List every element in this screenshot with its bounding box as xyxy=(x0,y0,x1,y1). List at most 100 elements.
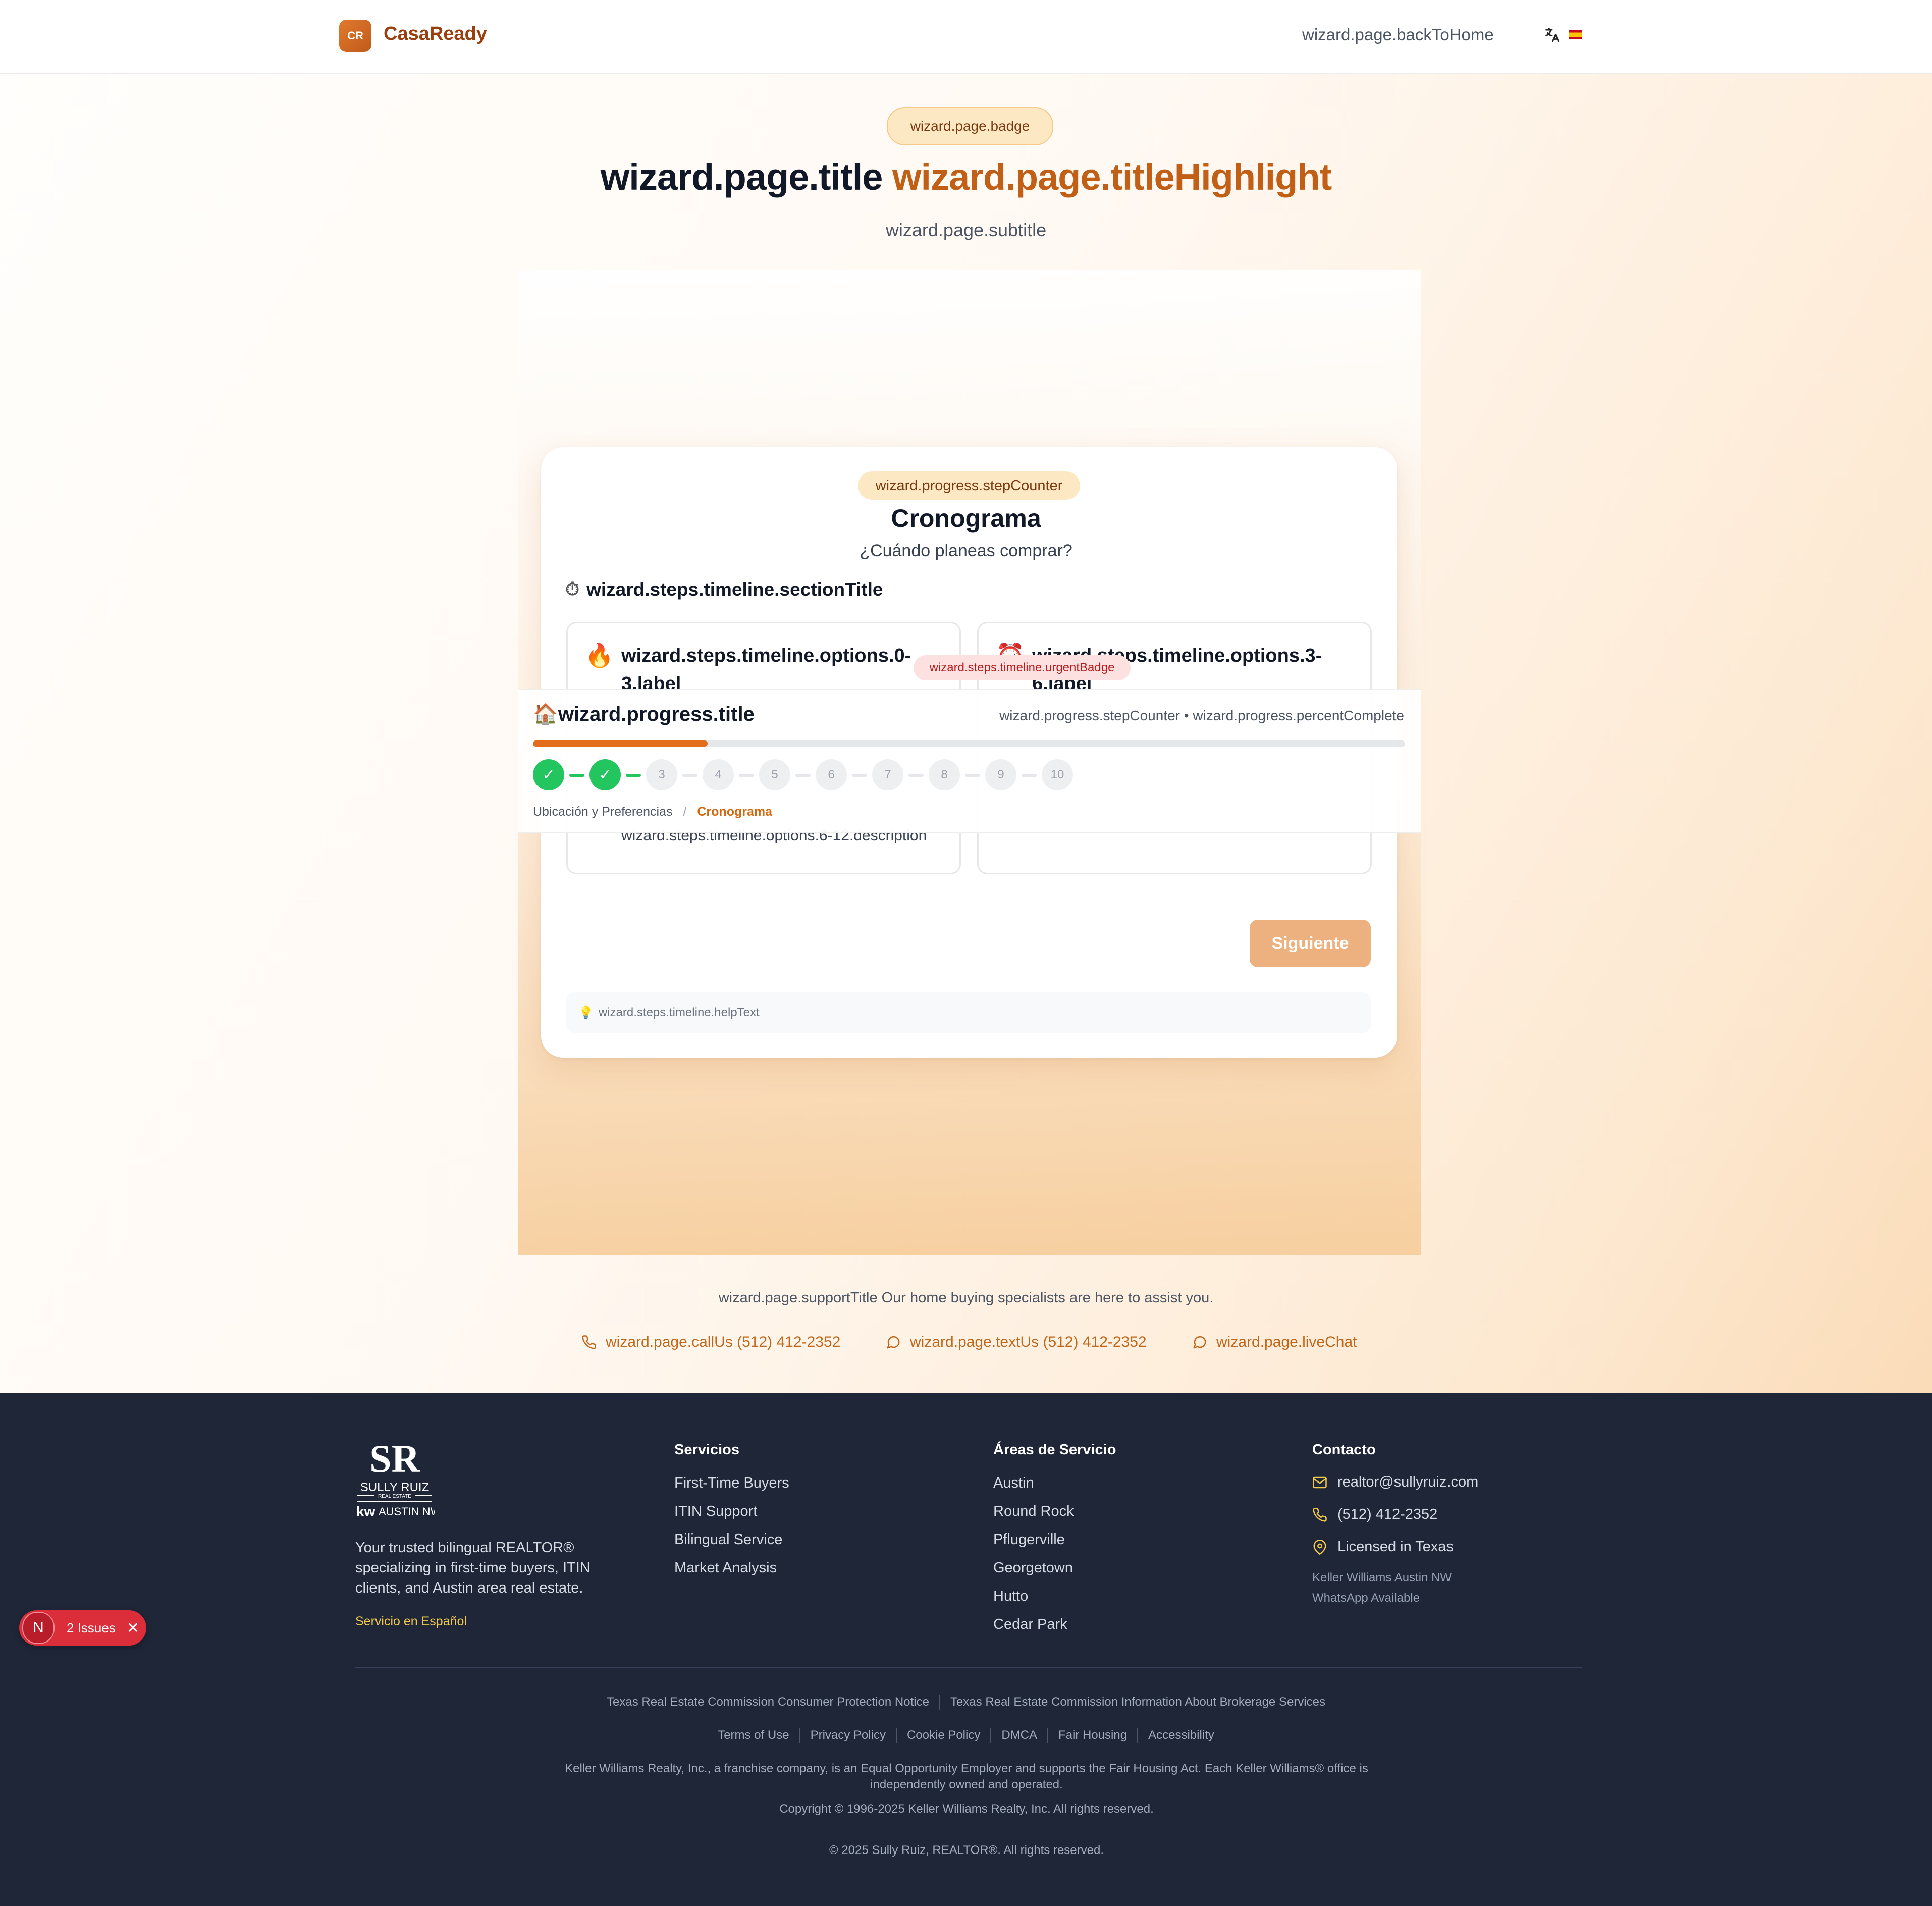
area-link[interactable]: Hutto xyxy=(993,1588,1028,1605)
phone-link[interactable]: (512) 412-2352 xyxy=(1312,1506,1437,1523)
live-chat-text: wizard.page.liveChat xyxy=(1216,1334,1357,1350)
area-link[interactable]: Georgetown xyxy=(993,1560,1073,1576)
email-text: realtor@sullyruiz.com xyxy=(1337,1474,1479,1490)
step-question: ¿Cuándo planeas comprar? xyxy=(860,541,1072,560)
breadcrumb-current: Cronograma xyxy=(697,805,773,819)
step-indicator-10: 10 xyxy=(1042,759,1073,790)
section-title: ⏱ wizard.steps.timeline.sectionTitle xyxy=(565,578,883,600)
support-text: wizard.page.supportTitle Our home buying… xyxy=(718,1290,1214,1306)
page-badge: wizard.page.badge xyxy=(887,107,1053,145)
service-link[interactable]: Bilingual Service xyxy=(674,1531,782,1548)
kw-copyright: Copyright © 1996-2025 Keller Williams Re… xyxy=(779,1802,1154,1816)
step-connector xyxy=(1022,774,1037,777)
phone-icon xyxy=(1313,1507,1327,1522)
step-indicator-5: 5 xyxy=(759,759,790,790)
trec-link[interactable]: Texas Real Estate Commission Consumer Pr… xyxy=(607,1695,929,1710)
divider xyxy=(895,1728,897,1743)
call-us-link[interactable]: wizard.page.callUs (512) 412-2352 xyxy=(581,1334,840,1351)
progress-title: 🏠wizard.progress.title xyxy=(533,702,755,726)
legal-link[interactable]: Privacy Policy xyxy=(811,1728,886,1743)
step-connector xyxy=(852,774,867,777)
step-indicator-2[interactable]: ✓ xyxy=(589,759,621,790)
phone-text: (512) 412-2352 xyxy=(1337,1506,1438,1522)
progress-title-text: wizard.progress.title xyxy=(558,703,755,725)
step-indicator-7: 7 xyxy=(872,759,903,790)
page-subtitle: wizard.page.subtitle xyxy=(885,220,1047,240)
section-title-text: wizard.steps.timeline.sectionTitle xyxy=(586,578,883,600)
issues-count: 2 Issues xyxy=(67,1620,116,1635)
breadcrumb: Ubicación y Preferencias / Cronograma xyxy=(533,805,772,819)
divider xyxy=(990,1728,992,1743)
legal-link[interactable]: Accessibility xyxy=(1148,1728,1214,1743)
service-link[interactable]: First-Time Buyers xyxy=(674,1475,789,1492)
help-text-box: 💡 wizard.steps.timeline.helpText xyxy=(566,992,1371,1033)
stopwatch-icon: ⏱ xyxy=(565,578,580,599)
legal-link[interactable]: Cookie Policy xyxy=(907,1728,980,1743)
sully-ruiz-logo[interactable]: SR SULLY RUIZ REAL ESTATE kw AUSTIN NW xyxy=(354,1437,435,1525)
translate-icon[interactable] xyxy=(1543,26,1561,43)
area-link[interactable]: Austin xyxy=(993,1475,1034,1492)
step-counter-badge: wizard.progress.stepCounter xyxy=(858,471,1080,500)
breadcrumb-previous[interactable]: Ubicación y Preferencias xyxy=(533,805,673,819)
close-icon[interactable]: ✕ xyxy=(127,1619,139,1637)
service-link[interactable]: Market Analysis xyxy=(674,1560,777,1576)
step-connector xyxy=(682,774,697,777)
logo-sub-text: REAL ESTATE xyxy=(378,1494,411,1499)
nextjs-logo-icon: N xyxy=(22,1612,55,1644)
phone-icon xyxy=(582,1335,596,1349)
step-title: Cronograma xyxy=(891,504,1041,533)
lightbulb-icon: 💡 xyxy=(578,1005,594,1020)
step-indicator-6: 6 xyxy=(816,759,847,790)
flag-spain-icon[interactable] xyxy=(1569,30,1582,39)
logo-badge[interactable]: CR xyxy=(339,20,371,52)
service-link[interactable]: ITIN Support xyxy=(674,1503,757,1520)
call-us-text: wizard.page.callUs (512) 412-2352 xyxy=(606,1334,841,1350)
next-button[interactable]: Siguiente xyxy=(1250,920,1371,967)
urgent-badge: wizard.steps.timeline.urgentBadge xyxy=(914,655,1131,680)
chat-bubble-icon xyxy=(887,1336,900,1349)
progress-bar-fill xyxy=(533,740,708,747)
legal-link[interactable]: Fair Housing xyxy=(1058,1728,1127,1743)
footer-divider xyxy=(355,1667,1582,1668)
logo-kw-text: AUSTIN NW xyxy=(379,1505,435,1518)
page-title: wizard.page.title wizard.page.titleHighl… xyxy=(0,155,1932,198)
areas-heading: Áreas de Servicio xyxy=(993,1442,1116,1458)
house-icon: 🏠 xyxy=(533,703,558,725)
site-footer xyxy=(0,1393,1932,1906)
step-connector xyxy=(739,774,754,777)
svg-text:SR: SR xyxy=(369,1437,420,1480)
live-chat-link[interactable]: wizard.page.liveChat xyxy=(1192,1334,1357,1351)
step-connector xyxy=(908,774,924,777)
issues-badge[interactable]: N 2 Issues ✕ xyxy=(19,1610,146,1646)
step-connector xyxy=(965,774,980,777)
step-connector xyxy=(569,774,584,777)
legal-link[interactable]: DMCA xyxy=(1001,1728,1037,1743)
help-text: wizard.steps.timeline.helpText xyxy=(598,1005,760,1019)
divider xyxy=(799,1728,800,1743)
area-link[interactable]: Round Rock xyxy=(993,1503,1074,1520)
progress-bar xyxy=(533,740,1405,747)
map-pin-icon xyxy=(1313,1539,1326,1555)
trec-links: Texas Real Estate Commission Consumer Pr… xyxy=(0,1695,1932,1710)
kw-notice: Keller Williams Realty, Inc., a franchis… xyxy=(565,1762,1368,1791)
step-indicator-1[interactable]: ✓ xyxy=(533,759,564,790)
progress-meta: wizard.progress.stepCounter • wizard.pro… xyxy=(999,708,1404,723)
text-us-link[interactable]: wizard.page.textUs (512) 412-2352 xyxy=(886,1334,1147,1351)
step-connector xyxy=(795,774,811,777)
step-indicator-4: 4 xyxy=(703,759,734,790)
back-to-home-link[interactable]: wizard.page.backToHome xyxy=(1302,25,1494,44)
divider xyxy=(1047,1728,1049,1743)
trec-link[interactable]: Texas Real Estate Commission Information… xyxy=(950,1695,1325,1710)
mail-icon xyxy=(1313,1476,1327,1488)
step-connector xyxy=(626,774,641,777)
area-link[interactable]: Cedar Park xyxy=(993,1616,1067,1633)
office-name: Keller Williams Austin NW xyxy=(1312,1571,1452,1584)
fire-icon: 🔥 xyxy=(585,642,614,668)
step-indicator-8: 8 xyxy=(929,759,960,790)
spanish-service-label: Servicio en Español xyxy=(355,1614,467,1628)
area-link[interactable]: Pflugerville xyxy=(993,1531,1065,1548)
brand-name[interactable]: CasaReady xyxy=(384,23,487,45)
legal-links: Terms of Use Privacy Policy Cookie Polic… xyxy=(0,1728,1932,1743)
legal-link[interactable]: Terms of Use xyxy=(718,1728,789,1743)
email-link[interactable]: realtor@sullyruiz.com xyxy=(1312,1474,1478,1491)
